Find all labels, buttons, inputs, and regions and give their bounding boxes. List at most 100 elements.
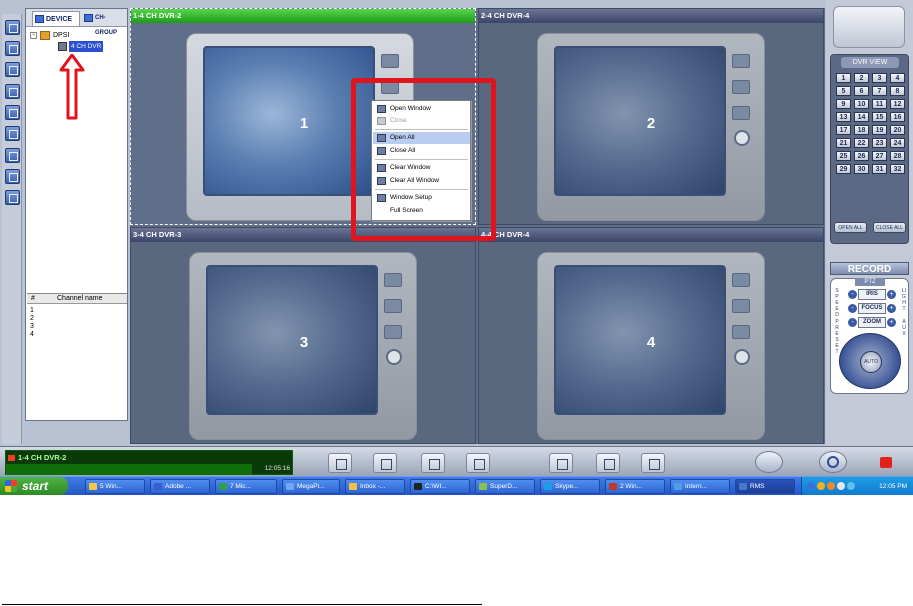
- channel-button[interactable]: 6: [854, 86, 869, 96]
- record-button[interactable]: RECORD: [830, 262, 909, 275]
- start-button[interactable]: start: [0, 477, 68, 495]
- focus-plus-button[interactable]: +: [887, 304, 896, 313]
- network-icon[interactable]: [755, 451, 783, 473]
- channel-button[interactable]: 17: [836, 125, 851, 135]
- open-all-button[interactable]: OPEN ALL: [834, 222, 867, 233]
- channel-button[interactable]: 22: [854, 138, 869, 148]
- taskbar-button[interactable]: 2 Win...: [605, 479, 665, 494]
- list-item[interactable]: 3: [30, 323, 34, 331]
- focus-minus-button[interactable]: -: [848, 304, 857, 313]
- channel-button[interactable]: 28: [890, 151, 905, 161]
- channel-button[interactable]: 31: [872, 164, 887, 174]
- taskbar-button[interactable]: Skype...: [540, 479, 600, 494]
- settings-icon[interactable]: [641, 453, 665, 473]
- channel-button[interactable]: 1: [836, 73, 851, 83]
- tray-icon[interactable]: [837, 482, 845, 490]
- windows-logo-icon: [5, 480, 17, 492]
- taskbar-button[interactable]: SuperD...: [475, 479, 535, 494]
- channel-button[interactable]: 18: [854, 125, 869, 135]
- calendar-icon[interactable]: [421, 453, 445, 473]
- taskbar-button-label: 5 Win...: [100, 483, 123, 490]
- channel-button[interactable]: 15: [872, 112, 887, 122]
- tray-icon[interactable]: [827, 482, 835, 490]
- taskbar-button[interactable]: RMS: [735, 479, 795, 494]
- taskbar-button[interactable]: Adobe ...: [150, 479, 210, 494]
- ptz-light-label[interactable]: LIGHT: [901, 288, 907, 312]
- channel-button[interactable]: 23: [872, 138, 887, 148]
- video-window-2[interactable]: 2-4 CH DVR-4 2: [478, 8, 824, 225]
- channel-button[interactable]: 27: [872, 151, 887, 161]
- ptz-direction-pad[interactable]: AUTO: [839, 333, 901, 389]
- taskbar-button[interactable]: 5 Win...: [85, 479, 145, 494]
- taskbar-button-label: MegaPi...: [297, 483, 325, 490]
- camera-icon[interactable]: [596, 453, 620, 473]
- tools-icon[interactable]: [373, 453, 397, 473]
- zoom-plus-button[interactable]: +: [887, 318, 896, 327]
- export-icon[interactable]: [466, 453, 490, 473]
- channel-button[interactable]: 5: [836, 86, 851, 96]
- toolbar-icon[interactable]: [5, 84, 20, 99]
- focus-control: - FOCUS +: [848, 303, 896, 314]
- toolbar-icon[interactable]: [5, 20, 20, 35]
- list-item[interactable]: 2: [30, 315, 34, 323]
- channel-button[interactable]: 20: [890, 125, 905, 135]
- channel-button[interactable]: 19: [872, 125, 887, 135]
- channel-button[interactable]: 7: [872, 86, 887, 96]
- tray-icon[interactable]: [847, 482, 855, 490]
- list-item[interactable]: 4: [30, 331, 34, 339]
- toolbar-icon[interactable]: [5, 126, 20, 141]
- close-all-button[interactable]: CLOSE ALL: [873, 222, 906, 233]
- channel-button[interactable]: 4: [890, 73, 905, 83]
- taskbar-button[interactable]: Inbox -...: [345, 479, 405, 494]
- tree-node-dvr[interactable]: 4 CH DVR: [58, 41, 108, 52]
- channel-button[interactable]: 10: [854, 99, 869, 109]
- taskbar-button[interactable]: MegaPi...: [282, 479, 340, 494]
- channel-button[interactable]: 11: [872, 99, 887, 109]
- channel-button[interactable]: 21: [836, 138, 851, 148]
- taskbar-button[interactable]: Intern...: [670, 479, 730, 494]
- tray-icon[interactable]: [807, 482, 815, 490]
- video-window-4[interactable]: 4-4 CH DVR-4 4: [478, 227, 824, 444]
- toolbar-icon[interactable]: [5, 190, 20, 205]
- channel-button[interactable]: 13: [836, 112, 851, 122]
- playback-icon[interactable]: [549, 453, 573, 473]
- lock-icon[interactable]: [880, 457, 892, 468]
- channel-button[interactable]: 30: [854, 164, 869, 174]
- iris-minus-button[interactable]: -: [848, 290, 857, 299]
- channel-button[interactable]: 29: [836, 164, 851, 174]
- list-item[interactable]: 1: [30, 307, 34, 315]
- iris-plus-button[interactable]: +: [887, 290, 896, 299]
- ptz-speed-label[interactable]: SPEED: [834, 288, 840, 318]
- channel-button[interactable]: 14: [854, 112, 869, 122]
- toolbar-icon[interactable]: [5, 148, 20, 163]
- collapse-icon[interactable]: −: [30, 32, 37, 39]
- channel-button[interactable]: 32: [890, 164, 905, 174]
- ptz-auto-button[interactable]: AUTO: [860, 351, 882, 373]
- channel-button[interactable]: 24: [890, 138, 905, 148]
- channel-button[interactable]: 9: [836, 99, 851, 109]
- channel-button[interactable]: 3: [872, 73, 887, 83]
- taskbar-button[interactable]: 7 Mic...: [215, 479, 277, 494]
- ptz-preset-label[interactable]: PRESET: [834, 319, 840, 355]
- list-icon[interactable]: [328, 453, 352, 473]
- channel-button[interactable]: 2: [854, 73, 869, 83]
- channel-button[interactable]: 12: [890, 99, 905, 109]
- toolbar-icon[interactable]: [5, 41, 20, 56]
- ptz-aux-label[interactable]: AUX: [901, 319, 907, 337]
- toolbar-icon[interactable]: [5, 105, 20, 120]
- zoom-minus-button[interactable]: -: [848, 318, 857, 327]
- channel-button[interactable]: 16: [890, 112, 905, 122]
- channel-button[interactable]: 8: [890, 86, 905, 96]
- tree-node-dpsi[interactable]: − DPSI: [30, 30, 90, 41]
- tab-ch-group[interactable]: CH-GROUP: [82, 11, 126, 36]
- tray-icon[interactable]: [817, 482, 825, 490]
- video-window-3[interactable]: 3-4 CH DVR-3 3: [130, 227, 476, 444]
- channel-button[interactable]: 26: [854, 151, 869, 161]
- tab-device[interactable]: DEVICE: [32, 11, 80, 26]
- toolbar-icon[interactable]: [5, 62, 20, 77]
- recording-indicator-icon: [8, 455, 15, 461]
- channel-button[interactable]: 25: [836, 151, 851, 161]
- power-button[interactable]: [819, 451, 847, 473]
- toolbar-icon[interactable]: [5, 169, 20, 184]
- taskbar-button[interactable]: C:\WI...: [410, 479, 470, 494]
